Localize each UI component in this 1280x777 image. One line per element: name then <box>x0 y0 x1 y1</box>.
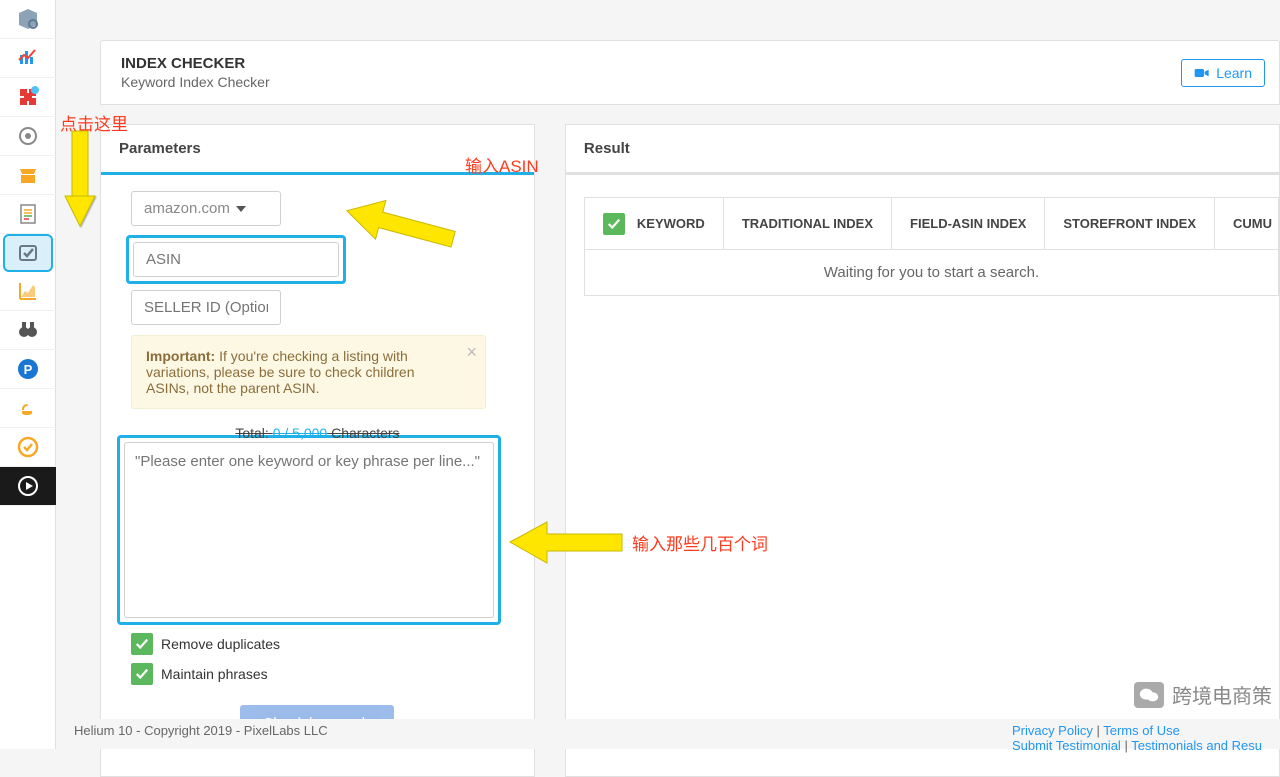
result-table-header: KEYWORD TRADITIONAL INDEX FIELD-ASIN IND… <box>584 197 1279 250</box>
document-icon <box>16 202 40 226</box>
p-badge-icon: P <box>16 357 40 381</box>
alert-close-icon[interactable]: × <box>466 342 477 363</box>
learn-button[interactable]: Learn <box>1181 59 1265 87</box>
sidebar-item-box-search[interactable] <box>0 0 56 39</box>
footer-privacy-link[interactable]: Privacy Policy <box>1012 723 1093 738</box>
learn-button-label: Learn <box>1216 65 1252 81</box>
alert-bold: Important: <box>146 348 219 364</box>
keywords-textarea[interactable] <box>124 442 494 618</box>
bar-chart-icon <box>16 46 40 70</box>
result-col-traditional[interactable]: TRADITIONAL INDEX <box>723 198 891 249</box>
checkbox-checked-icon <box>131 633 153 655</box>
sidebar-item-store[interactable] <box>0 156 56 195</box>
parameters-panel: Parameters amazon.com × Important: If yo… <box>100 124 535 777</box>
page-header-card: INDEX CHECKER Keyword Index Checker Lear… <box>100 40 1280 105</box>
sidebar-item-doc[interactable] <box>0 195 56 234</box>
sidebar-item-lamp[interactable] <box>0 389 56 428</box>
puzzle-icon <box>16 85 40 109</box>
page-title: INDEX CHECKER <box>121 55 1259 72</box>
lamp-icon <box>16 396 40 420</box>
footer: Helium 10 - Copyright 2019 - PixelLabs L… <box>56 719 1280 749</box>
seller-id-input[interactable] <box>131 290 281 325</box>
checkbox-checked-icon <box>131 663 153 685</box>
asin-input[interactable] <box>133 242 339 277</box>
box-search-icon <box>16 7 40 31</box>
maintain-phrases-label: Maintain phrases <box>161 666 268 682</box>
sidebar-item-linechart[interactable] <box>0 272 56 311</box>
keywords-highlight-box <box>117 435 501 625</box>
footer-submit-link[interactable]: Submit Testimonial <box>1012 738 1121 753</box>
parameters-header: Parameters <box>101 125 534 175</box>
remove-duplicates-label: Remove duplicates <box>161 636 280 652</box>
sidebar-item-check-circle[interactable] <box>0 428 56 467</box>
check-circle-icon <box>16 435 40 459</box>
video-icon <box>1194 67 1210 79</box>
remove-duplicates-row[interactable]: Remove duplicates <box>131 633 504 655</box>
footer-testimonials-link[interactable]: Testimonials and Resu <box>1131 738 1262 753</box>
sidebar-item-p[interactable]: P <box>0 350 56 389</box>
sidebar-item-puzzle[interactable] <box>0 78 56 117</box>
footer-links: Privacy Policy | Terms of Use Submit Tes… <box>1012 723 1262 745</box>
sidebar-item-index-checker[interactable] <box>3 234 53 272</box>
check-icon <box>16 241 40 265</box>
gear-brain-icon <box>16 124 40 148</box>
sidebar-item-binoculars[interactable] <box>0 311 56 350</box>
result-col-storefront[interactable]: STOREFRONT INDEX <box>1044 198 1214 249</box>
binoculars-icon <box>16 318 40 342</box>
result-col-cumulative[interactable]: CUMU <box>1214 198 1278 249</box>
sidebar-item-trends[interactable] <box>0 39 56 78</box>
marketplace-select[interactable]: amazon.com <box>131 191 281 226</box>
result-col-field-asin[interactable]: FIELD-ASIN INDEX <box>891 198 1044 249</box>
chevron-down-icon <box>236 206 246 212</box>
storefront-icon <box>16 163 40 187</box>
marketplace-value: amazon.com <box>144 200 230 217</box>
asin-highlight-box <box>126 235 346 284</box>
result-col-keyword[interactable]: KEYWORD <box>584 198 723 249</box>
sidebar: P <box>0 0 56 749</box>
important-alert: × Important: If you're checking a listin… <box>131 335 486 409</box>
page-subtitle: Keyword Index Checker <box>121 74 1259 90</box>
result-waiting-message: Waiting for you to start a search. <box>584 250 1279 296</box>
footer-terms-link[interactable]: Terms of Use <box>1103 723 1180 738</box>
result-panel: Result KEYWORD TRADITIONAL INDEX FIELD-A… <box>565 124 1280 777</box>
play-icon <box>16 474 40 498</box>
footer-copyright: Helium 10 - Copyright 2019 - PixelLabs L… <box>74 723 328 745</box>
result-header: Result <box>566 125 1279 175</box>
line-chart-icon <box>16 279 40 303</box>
svg-text:P: P <box>24 362 33 377</box>
select-all-checkbox[interactable] <box>603 213 625 235</box>
sidebar-item-brain[interactable] <box>0 117 56 156</box>
maintain-phrases-row[interactable]: Maintain phrases <box>131 663 504 685</box>
sidebar-item-play[interactable] <box>0 467 56 506</box>
